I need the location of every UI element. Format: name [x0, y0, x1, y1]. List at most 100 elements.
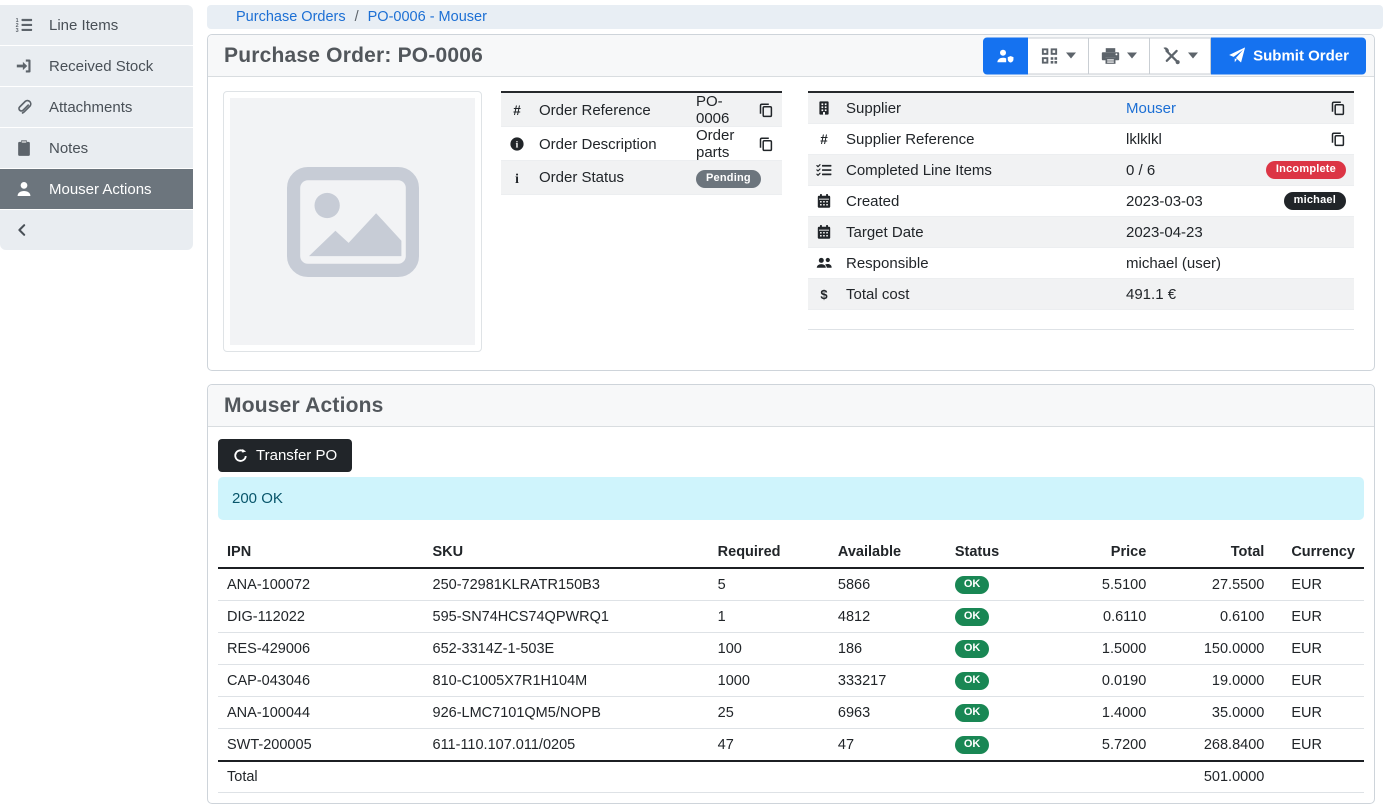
user-permissions-button[interactable] — [983, 37, 1028, 74]
cell-currency: EUR — [1273, 697, 1364, 729]
footer-empty-cell — [424, 761, 709, 793]
cell-total: 0.6100 — [1155, 601, 1273, 633]
hash-icon: # — [816, 131, 832, 147]
qrcode-icon — [1040, 46, 1059, 65]
cell-price: 0.0190 — [1047, 665, 1156, 697]
purchase-order-panel-header: Purchase Order: PO-0006 — [208, 35, 1374, 77]
detail-label: Order Description — [539, 136, 696, 153]
paperclip-icon — [15, 98, 33, 116]
detail-label: Supplier Reference — [846, 131, 1126, 148]
status-alert: 200 OK — [218, 477, 1364, 520]
footer-empty-cell — [1273, 761, 1364, 793]
sidebar-item-label: Attachments — [49, 99, 132, 116]
detail-row: iOrder StatusPending — [501, 161, 782, 195]
sidebar: 123Line Items Received Stock Attachments No… — [0, 5, 193, 250]
detail-value: 491.1 € — [1126, 286, 1176, 303]
breadcrumb-link-current-order[interactable]: PO-0006 - Mouser — [368, 9, 487, 25]
image-placeholder-icon — [287, 166, 419, 278]
cell-price: 5.7200 — [1047, 729, 1156, 762]
detail-row: SupplierMouser — [808, 93, 1354, 124]
cell-ipn: SWT-200005 — [218, 729, 424, 762]
sidebar-item-attachments[interactable]: Attachments — [0, 87, 193, 127]
breadcrumb-link-purchase-orders[interactable]: Purchase Orders — [236, 9, 346, 25]
copy-icon[interactable] — [1330, 100, 1346, 116]
tools-icon — [1162, 46, 1181, 65]
sidebar-collapse-button[interactable] — [0, 210, 193, 250]
copy-icon[interactable] — [758, 102, 774, 118]
cell-total: 150.0000 — [1155, 633, 1273, 665]
detail-row: $Total cost491.1 € — [808, 279, 1354, 310]
submit-order-label: Submit Order — [1253, 47, 1349, 64]
cell-available: 47 — [829, 729, 946, 762]
footer-empty-cell — [1047, 761, 1156, 793]
copy-icon[interactable] — [758, 136, 774, 152]
footer-empty-cell — [946, 761, 1047, 793]
table-row: SWT-200005611-110.107.011/02054747OK5.72… — [218, 729, 1364, 762]
sidebar-item-label: Received Stock — [49, 58, 153, 75]
cell-status: OK — [946, 568, 1047, 601]
detail-row: #Supplier Referencelklklkl — [808, 124, 1354, 155]
column-header-total: Total — [1155, 540, 1273, 568]
cell-ipn: ANA-100072 — [218, 568, 424, 601]
submit-order-button[interactable]: Submit Order — [1211, 37, 1366, 74]
detail-row: Completed Line Items0 / 6Incomplete — [808, 155, 1354, 186]
order-options-button[interactable] — [1150, 37, 1211, 74]
purchase-order-panel-body: #Order ReferencePO-0006iOrder Descriptio… — [208, 77, 1374, 370]
detail-spacer — [808, 310, 1354, 330]
column-header-status: Status — [946, 540, 1047, 568]
sidebar-item-received-stock[interactable]: Received Stock — [0, 46, 193, 86]
cell-available: 5866 — [829, 568, 946, 601]
paper-plane-icon — [1228, 47, 1246, 65]
print-actions-button[interactable] — [1089, 37, 1150, 74]
order-image-card — [223, 91, 482, 352]
hash-icon: # — [509, 102, 525, 118]
cell-price: 1.5000 — [1047, 633, 1156, 665]
building-icon — [816, 100, 832, 116]
cell-sku: 810-C1005X7R1H104M — [424, 665, 709, 697]
detail-value-link[interactable]: Mouser — [1126, 100, 1176, 117]
sidebar-item-mouser-actions[interactable]: Mouser Actions — [0, 169, 193, 209]
cell-required: 100 — [709, 633, 829, 665]
copy-icon[interactable] — [1330, 131, 1346, 147]
cell-price: 1.4000 — [1047, 697, 1156, 729]
svg-text:i: i — [516, 141, 519, 151]
detail-value: PO-0006 — [696, 93, 729, 127]
cell-required: 1 — [709, 601, 829, 633]
barcode-actions-button[interactable] — [1028, 37, 1089, 74]
refresh-icon — [233, 448, 248, 463]
order-toolbar: Submit Order — [983, 37, 1366, 74]
calendar-icon — [816, 193, 832, 209]
cell-required: 5 — [709, 568, 829, 601]
sidebar-item-label: Notes — [49, 140, 88, 157]
clipboard-icon — [15, 139, 33, 157]
order-details-table: #Order ReferencePO-0006iOrder Descriptio… — [501, 91, 782, 195]
ok-status-badge: OK — [955, 608, 990, 626]
ok-status-badge: OK — [955, 736, 990, 754]
breadcrumb-separator: / — [355, 9, 359, 25]
table-row: DIG-112022595-SN74HCS74QPWRQ114812OK0.61… — [218, 601, 1364, 633]
dollar-icon: $ — [816, 286, 832, 302]
sidebar-item-notes[interactable]: Notes — [0, 128, 193, 168]
svg-text:#: # — [513, 103, 521, 118]
cell-price: 5.5100 — [1047, 568, 1156, 601]
footer-empty-cell — [829, 761, 946, 793]
table-row: RES-429006652-3314Z-1-503E100186OK1.5000… — [218, 633, 1364, 665]
cell-status: OK — [946, 697, 1047, 729]
cell-currency: EUR — [1273, 665, 1364, 697]
ok-status-badge: OK — [955, 672, 990, 690]
transfer-po-button[interactable]: Transfer PO — [218, 439, 352, 472]
sidebar-item-line-items[interactable]: 123Line Items — [0, 5, 193, 45]
status-badge: Pending — [696, 170, 761, 188]
cell-available: 186 — [829, 633, 946, 665]
footer-total-value: 501.0000 — [1155, 761, 1273, 793]
cell-available: 4812 — [829, 601, 946, 633]
detail-value: michael (user) — [1126, 255, 1221, 272]
column-header-available: Available — [829, 540, 946, 568]
cell-total: 268.8400 — [1155, 729, 1273, 762]
detail-value: 2023-04-23 — [1126, 224, 1203, 241]
detail-row: Responsiblemichael (user) — [808, 248, 1354, 279]
detail-value: Order parts — [696, 127, 734, 161]
detail-label: Responsible — [846, 255, 1126, 272]
purchase-order-panel: Purchase Order: PO-0006 — [207, 34, 1375, 371]
footer-total-label: Total — [218, 761, 424, 793]
